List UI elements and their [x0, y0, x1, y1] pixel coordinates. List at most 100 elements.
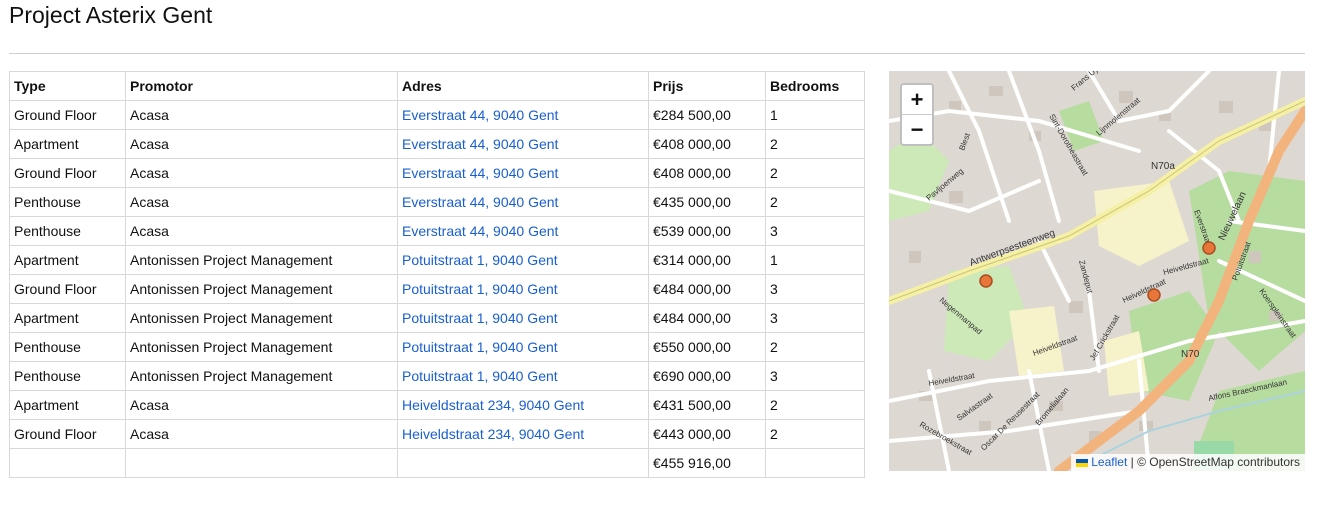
- address-link[interactable]: Everstraat 44, 9040 Gent: [402, 165, 558, 181]
- map-attribution: Leaflet | © OpenStreetMap contributors: [1071, 454, 1305, 471]
- cell-type: Apartment: [9, 245, 126, 275]
- cell-adres: Potuitstraat 1, 9040 Gent: [397, 332, 649, 362]
- table-row: Ground Floor Acasa Everstraat 44, 9040 Gen…: [9, 158, 865, 188]
- table-row: Penthouse Antonissen Project Management Po…: [9, 332, 865, 362]
- svg-text:N70: N70: [1181, 349, 1200, 360]
- table-row: Apartment Antonissen Project Management Po…: [9, 303, 865, 333]
- address-link[interactable]: Potuitstraat 1, 9040 Gent: [402, 310, 558, 326]
- cell-type: Penthouse: [9, 216, 126, 246]
- map-tiles[interactable]: Antwerpsesteenweg N70a N70 Nieuwelaan He…: [889, 71, 1305, 471]
- cell-adres: Potuitstraat 1, 9040 Gent: [397, 303, 649, 333]
- map-marker: [1147, 288, 1161, 302]
- address-link[interactable]: Potuitstraat 1, 9040 Gent: [402, 339, 558, 355]
- cell-type: Ground Floor: [9, 100, 126, 130]
- cell-promotor: Antonissen Project Management: [125, 274, 398, 304]
- cell-bedrooms: 2: [765, 390, 865, 420]
- cell-type: Penthouse: [9, 332, 126, 362]
- address-link[interactable]: Heiveldstraat 234, 9040 Gent: [402, 426, 584, 442]
- address-link[interactable]: Potuitstraat 1, 9040 Gent: [402, 281, 558, 297]
- zoom-control: + −: [900, 83, 934, 146]
- cell-bedrooms: 2: [765, 419, 865, 449]
- cell-promotor: Antonissen Project Management: [125, 245, 398, 275]
- table-footer-row: €455 916,00: [9, 448, 865, 478]
- table-row: Apartment Antonissen Project Management Po…: [9, 245, 865, 275]
- table-row: Apartment Acasa Everstraat 44, 9040 Gent €4…: [9, 129, 865, 159]
- cell-bedrooms: 3: [765, 361, 865, 391]
- footer-cell: [397, 448, 649, 478]
- cell-type: Penthouse: [9, 187, 126, 217]
- cell-promotor: Acasa: [125, 216, 398, 246]
- cell-type: Penthouse: [9, 361, 126, 391]
- cell-bedrooms: 2: [765, 187, 865, 217]
- cell-adres: Heiveldstraat 234, 9040 Gent: [397, 390, 649, 420]
- map-marker: [979, 274, 993, 288]
- cell-bedrooms: 3: [765, 216, 865, 246]
- address-link[interactable]: Potuitstraat 1, 9040 Gent: [402, 252, 558, 268]
- cell-bedrooms: 2: [765, 129, 865, 159]
- address-link[interactable]: Everstraat 44, 9040 Gent: [402, 223, 558, 239]
- cell-type: Ground Floor: [9, 158, 126, 188]
- cell-bedrooms: 1: [765, 100, 865, 130]
- page-title: Project Asterix Gent: [9, 2, 213, 28]
- cell-prijs: €408 000,00: [648, 129, 766, 159]
- cell-adres: Potuitstraat 1, 9040 Gent: [397, 361, 649, 391]
- cell-promotor: Antonissen Project Management: [125, 303, 398, 333]
- cell-type: Apartment: [9, 303, 126, 333]
- leaflet-link[interactable]: Leaflet: [1091, 455, 1127, 469]
- table-row: Ground Floor Acasa Heiveldstraat 234, 9040…: [9, 419, 865, 449]
- cell-adres: Everstraat 44, 9040 Gent: [397, 129, 649, 159]
- footer-cell: [765, 448, 865, 478]
- cell-promotor: Antonissen Project Management: [125, 332, 398, 362]
- map-marker: [1202, 241, 1216, 255]
- cell-prijs: €690 000,00: [648, 361, 766, 391]
- zoom-in-button[interactable]: +: [902, 85, 932, 115]
- cell-promotor: Acasa: [125, 390, 398, 420]
- ukraine-flag-icon: [1076, 458, 1089, 467]
- table-row: Ground Floor Antonissen Project Managemen…: [9, 274, 865, 304]
- cell-promotor: Antonissen Project Management: [125, 361, 398, 391]
- cell-promotor: Acasa: [125, 100, 398, 130]
- map[interactable]: Antwerpsesteenweg N70a N70 Nieuwelaan He…: [889, 71, 1305, 471]
- cell-bedrooms: 3: [765, 274, 865, 304]
- header-prijs: Prijs: [648, 71, 766, 101]
- average-price: €455 916,00: [648, 448, 766, 478]
- cell-adres: Everstraat 44, 9040 Gent: [397, 158, 649, 188]
- header-promotor: Promotor: [125, 71, 398, 101]
- cell-adres: Heiveldstraat 234, 9040 Gent: [397, 419, 649, 449]
- cell-bedrooms: 2: [765, 332, 865, 362]
- table-row: Ground Floor Acasa Everstraat 44, 9040 Gen…: [9, 100, 865, 130]
- address-link[interactable]: Everstraat 44, 9040 Gent: [402, 194, 558, 210]
- cell-type: Apartment: [9, 129, 126, 159]
- cell-prijs: €431 500,00: [648, 390, 766, 420]
- cell-adres: Potuitstraat 1, 9040 Gent: [397, 274, 649, 304]
- cell-promotor: Acasa: [125, 129, 398, 159]
- cell-prijs: €484 000,00: [648, 303, 766, 333]
- table-row: Penthouse Antonissen Project Management Po…: [9, 361, 865, 391]
- cell-type: Ground Floor: [9, 274, 126, 304]
- cell-promotor: Acasa: [125, 187, 398, 217]
- table-header-row: Type Promotor Adres Prijs Bedrooms: [9, 71, 865, 101]
- title-divider: [9, 53, 1305, 54]
- attribution-text: | © OpenStreetMap contributors: [1130, 455, 1300, 469]
- cell-promotor: Acasa: [125, 419, 398, 449]
- cell-prijs: €435 000,00: [648, 187, 766, 217]
- cell-adres: Everstraat 44, 9040 Gent: [397, 100, 649, 130]
- cell-prijs: €314 000,00: [648, 245, 766, 275]
- cell-adres: Everstraat 44, 9040 Gent: [397, 216, 649, 246]
- cell-bedrooms: 1: [765, 245, 865, 275]
- address-link[interactable]: Everstraat 44, 9040 Gent: [402, 136, 558, 152]
- address-link[interactable]: Everstraat 44, 9040 Gent: [402, 107, 558, 123]
- address-link[interactable]: Heiveldstraat 234, 9040 Gent: [402, 397, 584, 413]
- cell-adres: Potuitstraat 1, 9040 Gent: [397, 245, 649, 275]
- zoom-out-button[interactable]: −: [902, 115, 932, 144]
- footer-cell: [125, 448, 398, 478]
- header-type: Type: [9, 71, 126, 101]
- header-bedrooms: Bedrooms: [765, 71, 865, 101]
- cell-prijs: €550 000,00: [648, 332, 766, 362]
- cell-type: Ground Floor: [9, 419, 126, 449]
- cell-prijs: €443 000,00: [648, 419, 766, 449]
- cell-adres: Everstraat 44, 9040 Gent: [397, 187, 649, 217]
- cell-prijs: €408 000,00: [648, 158, 766, 188]
- footer-cell: [9, 448, 126, 478]
- address-link[interactable]: Potuitstraat 1, 9040 Gent: [402, 368, 558, 384]
